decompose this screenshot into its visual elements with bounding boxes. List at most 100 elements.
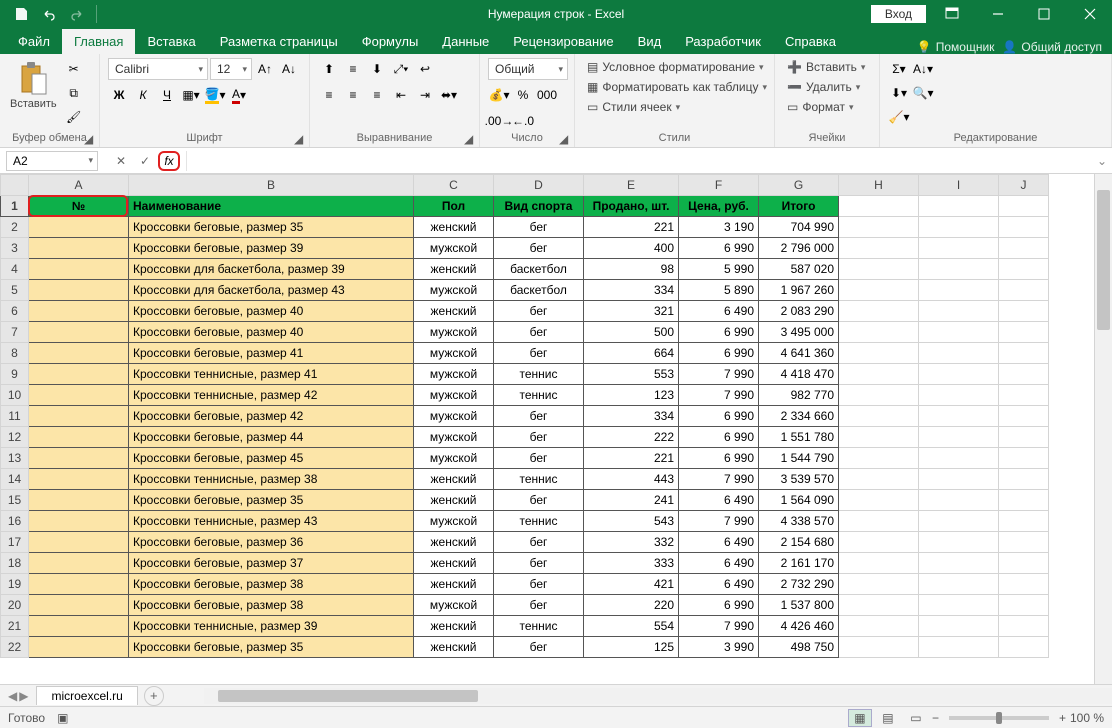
- cell[interactable]: Кроссовки теннисные, размер 42: [129, 385, 414, 406]
- fill-color-icon[interactable]: 🪣▾: [204, 84, 226, 106]
- cell[interactable]: 6 990: [679, 406, 759, 427]
- cell[interactable]: мужской: [414, 280, 494, 301]
- decrease-font-icon[interactable]: A↓: [278, 58, 300, 80]
- cell[interactable]: мужской: [414, 343, 494, 364]
- merge-icon[interactable]: ⬌▾: [438, 84, 460, 106]
- macro-record-icon[interactable]: ▣: [57, 711, 68, 725]
- number-launcher-icon[interactable]: ◢: [559, 132, 571, 144]
- header-cell[interactable]: Продано, шт.: [584, 196, 679, 217]
- cell[interactable]: [999, 364, 1049, 385]
- row-header[interactable]: 10: [1, 385, 29, 406]
- cell[interactable]: женский: [414, 301, 494, 322]
- cell[interactable]: Кроссовки теннисные, размер 39: [129, 616, 414, 637]
- cell[interactable]: 7 990: [679, 385, 759, 406]
- cell[interactable]: [919, 280, 999, 301]
- cell[interactable]: 421: [584, 574, 679, 595]
- cell[interactable]: [29, 595, 129, 616]
- cell[interactable]: 6 490: [679, 490, 759, 511]
- cell[interactable]: [839, 511, 919, 532]
- cell[interactable]: 704 990: [759, 217, 839, 238]
- cell[interactable]: [839, 469, 919, 490]
- cell[interactable]: 6 990: [679, 448, 759, 469]
- cell[interactable]: Кроссовки беговые, размер 40: [129, 301, 414, 322]
- cell[interactable]: 221: [584, 217, 679, 238]
- percent-icon[interactable]: %: [512, 84, 534, 106]
- increase-indent-icon[interactable]: ⇥: [414, 84, 436, 106]
- cell[interactable]: Кроссовки беговые, размер 39: [129, 238, 414, 259]
- cell[interactable]: 498 750: [759, 637, 839, 658]
- cell[interactable]: Кроссовки теннисные, размер 38: [129, 469, 414, 490]
- cell[interactable]: [919, 616, 999, 637]
- row-header[interactable]: 11: [1, 406, 29, 427]
- format-cells-button[interactable]: ▭Формат: [783, 98, 858, 116]
- cell[interactable]: [29, 469, 129, 490]
- cell[interactable]: [29, 280, 129, 301]
- cell[interactable]: 6 990: [679, 427, 759, 448]
- cell[interactable]: мужской: [414, 364, 494, 385]
- tab-nav-prev-icon[interactable]: ◀: [8, 689, 17, 703]
- cell[interactable]: мужской: [414, 385, 494, 406]
- cell[interactable]: [29, 343, 129, 364]
- cell[interactable]: мужской: [414, 427, 494, 448]
- redo-icon[interactable]: [64, 2, 90, 26]
- align-right-icon[interactable]: ≡: [366, 84, 388, 106]
- cell[interactable]: [29, 490, 129, 511]
- bold-button[interactable]: Ж: [108, 84, 130, 106]
- cell[interactable]: [839, 532, 919, 553]
- align-left-icon[interactable]: ≡: [318, 84, 340, 106]
- cell[interactable]: женский: [414, 490, 494, 511]
- cell[interactable]: 7 990: [679, 511, 759, 532]
- cell[interactable]: 1 551 780: [759, 427, 839, 448]
- cell[interactable]: 543: [584, 511, 679, 532]
- cell[interactable]: [839, 406, 919, 427]
- cell[interactable]: 6 990: [679, 322, 759, 343]
- cell[interactable]: [999, 280, 1049, 301]
- cell[interactable]: [919, 217, 999, 238]
- underline-button[interactable]: Ч: [156, 84, 178, 106]
- cell[interactable]: бег: [494, 637, 584, 658]
- row-header[interactable]: 5: [1, 280, 29, 301]
- zoom-in-icon[interactable]: +: [1059, 711, 1066, 725]
- cell[interactable]: бег: [494, 574, 584, 595]
- cell[interactable]: [839, 259, 919, 280]
- cell[interactable]: мужской: [414, 406, 494, 427]
- header-cell[interactable]: Цена, руб.: [679, 196, 759, 217]
- cell[interactable]: 3 495 000: [759, 322, 839, 343]
- increase-font-icon[interactable]: A↑: [254, 58, 276, 80]
- cell[interactable]: [999, 301, 1049, 322]
- row-header[interactable]: 19: [1, 574, 29, 595]
- cell[interactable]: 6 490: [679, 301, 759, 322]
- tell-me[interactable]: 💡 Помощник: [917, 40, 995, 54]
- cell[interactable]: 587 020: [759, 259, 839, 280]
- row-header[interactable]: 1: [1, 196, 29, 217]
- cell[interactable]: [29, 427, 129, 448]
- ribbon-options-icon[interactable]: [932, 0, 972, 28]
- increase-decimal-icon[interactable]: .00→: [488, 110, 510, 132]
- cell[interactable]: Кроссовки беговые, размер 36: [129, 532, 414, 553]
- cell[interactable]: Кроссовки беговые, размер 35: [129, 217, 414, 238]
- cell[interactable]: 1 537 800: [759, 595, 839, 616]
- cell[interactable]: мужской: [414, 511, 494, 532]
- clipboard-launcher-icon[interactable]: ◢: [84, 132, 96, 144]
- cell[interactable]: 1 564 090: [759, 490, 839, 511]
- cell[interactable]: [919, 259, 999, 280]
- cell[interactable]: [919, 427, 999, 448]
- col-header[interactable]: G: [759, 175, 839, 196]
- cell[interactable]: Кроссовки беговые, размер 35: [129, 637, 414, 658]
- cell[interactable]: Кроссовки беговые, размер 35: [129, 490, 414, 511]
- comma-icon[interactable]: 000: [536, 84, 558, 106]
- row-header[interactable]: 14: [1, 469, 29, 490]
- currency-icon[interactable]: 💰▾: [488, 84, 510, 106]
- normal-view-icon[interactable]: ▦: [848, 709, 872, 727]
- cell[interactable]: 6 990: [679, 343, 759, 364]
- cell[interactable]: Кроссовки беговые, размер 40: [129, 322, 414, 343]
- cell[interactable]: [919, 196, 999, 217]
- name-box[interactable]: A2: [6, 151, 98, 171]
- cell[interactable]: бег: [494, 490, 584, 511]
- cell[interactable]: теннис: [494, 616, 584, 637]
- cell[interactable]: женский: [414, 637, 494, 658]
- cell[interactable]: 3 190: [679, 217, 759, 238]
- row-header[interactable]: 9: [1, 364, 29, 385]
- font-name-combo[interactable]: Calibri: [108, 58, 208, 80]
- col-header[interactable]: A: [29, 175, 129, 196]
